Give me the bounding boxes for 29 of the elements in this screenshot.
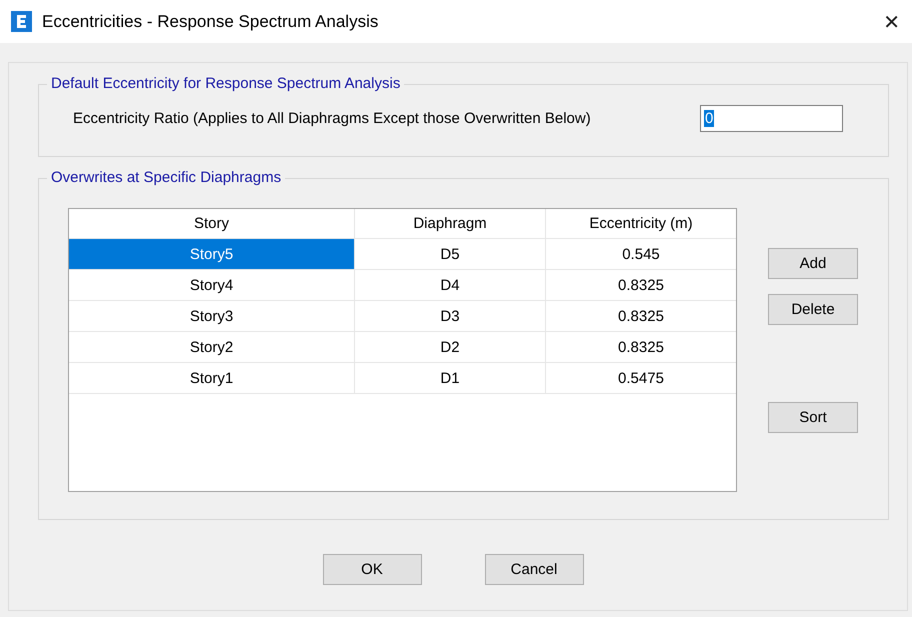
field-label: Eccentricity Ratio (Applies to All Diaphragms Except those Overwritten Below) bbox=[73, 110, 592, 127]
table-cell[interactable]: Story3 bbox=[69, 301, 355, 332]
table-cell: D2 bbox=[355, 332, 546, 363]
table-cell: 0.545 bbox=[546, 239, 736, 270]
table-cell[interactable]: Story1 bbox=[69, 363, 355, 394]
app-logo-icon bbox=[11, 11, 32, 32]
table-cell[interactable]: Story2 bbox=[69, 332, 355, 363]
table-cell: D1 bbox=[355, 363, 546, 394]
table-cell[interactable]: Story5 bbox=[69, 239, 355, 270]
table-cell: D5 bbox=[355, 239, 546, 270]
dialog-button[interactable]: Sort bbox=[768, 402, 858, 433]
input-field[interactable]: 0 bbox=[700, 105, 843, 132]
window-title: Eccentricities - Response Spectrum Analysis bbox=[42, 12, 378, 32]
dialog-button[interactable]: OK bbox=[322, 554, 422, 585]
column-header[interactable]: Eccentricity (m) bbox=[546, 209, 736, 239]
group-title: Default Eccentricity for Response Spectrum Analysis bbox=[47, 75, 404, 93]
dialog-button[interactable]: Cancel bbox=[484, 554, 584, 585]
table-cell[interactable]: Story4 bbox=[69, 270, 355, 301]
table-cell: D3 bbox=[355, 301, 546, 332]
group-title: Overwrites at Specific Diaphragms bbox=[47, 169, 286, 187]
table-cell: 0.5475 bbox=[546, 363, 736, 394]
dialog-button[interactable]: Delete bbox=[768, 294, 858, 325]
table-cell: 0.8325 bbox=[546, 332, 736, 363]
table-cell: 0.8325 bbox=[546, 270, 736, 301]
table-cell: D4 bbox=[355, 270, 546, 301]
table-cell: 0.8325 bbox=[546, 301, 736, 332]
close-button[interactable]: ✕ bbox=[879, 10, 904, 34]
dialog-button[interactable]: Add bbox=[768, 248, 858, 279]
column-header[interactable]: Diaphragm bbox=[355, 209, 546, 239]
